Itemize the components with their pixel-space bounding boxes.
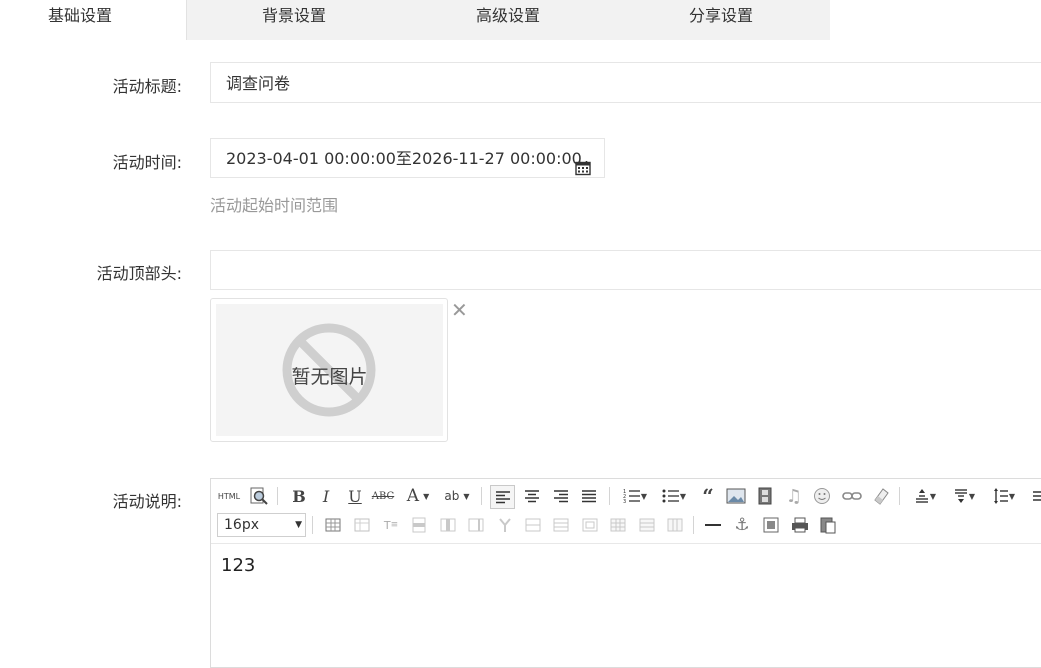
toolbar-separator [312,516,313,534]
no-image-text: 暂无图片 [291,366,368,388]
title-label: 活动标题: [112,77,182,96]
insert-caption-icon[interactable]: T ≡ [380,514,402,536]
close-icon[interactable]: ✕ [451,300,468,320]
delete-col-icon[interactable] [465,514,487,536]
row-spacing-icon[interactable]: ▼ [947,485,981,507]
table-sort-icon[interactable] [664,514,686,536]
eraser-icon[interactable] [870,485,892,507]
tab-basic-settings[interactable]: 基础设置 [0,0,187,40]
html-source-button[interactable]: HTML [216,485,242,507]
split-rows-icon[interactable] [550,514,572,536]
template-icon[interactable] [760,514,782,536]
editor-content[interactable]: 123 [221,555,255,576]
editor-toolbar: HTML B I U ABC A ▼ ab ▼ 1 2 3 ▼ ▼ “ ♫ ▼ … [211,479,1041,544]
align-right-icon[interactable] [550,485,572,507]
toolbar-separator [899,487,900,505]
music-icon[interactable]: ♫ [783,485,805,507]
font-color-icon[interactable]: A ▼ [401,485,435,507]
header-input[interactable] [210,250,1041,290]
font-size-select[interactable]: 16px ▼ [217,513,306,537]
description-label: 活动说明: [112,492,182,511]
italic-icon[interactable]: I [315,485,337,507]
underline-icon[interactable]: U [344,485,366,507]
tab-label: 基础设置 [48,6,113,25]
time-label: 活动时间: [112,153,182,172]
anchor-icon[interactable]: ⚓ [731,514,753,536]
split-cols-icon[interactable] [579,514,601,536]
table-props-icon[interactable] [607,514,629,536]
tab-bar-filler [830,0,1041,40]
horizontal-rule-icon[interactable] [702,514,724,536]
insert-row-icon[interactable] [408,514,430,536]
print-icon[interactable] [789,514,811,536]
tab-share-settings[interactable]: 分享设置 [689,0,809,40]
image-placeholder: 暂无图片 [216,304,443,436]
time-range-value: 2023-04-01 00:00:00至2026-11-27 00:00:00 [226,149,582,168]
toolbar-separator [277,487,278,505]
time-range-input[interactable]: 2023-04-01 00:00:00至2026-11-27 00:00:00 [210,138,605,178]
align-center-icon[interactable] [521,485,543,507]
paragraph-spacing-icon[interactable]: ▼ [908,485,942,507]
video-icon[interactable] [754,485,776,507]
tab-label: 背景设置 [262,6,327,25]
tab-advanced-settings[interactable]: 高级设置 [476,0,596,40]
paste-icon[interactable] [817,514,839,536]
toolbar-separator [481,487,482,505]
chevron-down-icon: ▼ [295,520,302,530]
svg-text:3: 3 [623,499,626,504]
toolbar-separator [693,516,694,534]
align-left-icon[interactable] [490,485,515,509]
link-icon[interactable] [841,485,863,507]
toolbar-separator [609,487,610,505]
highlight-color-icon[interactable]: ab ▼ [440,485,474,507]
line-height-icon[interactable]: ▼ [987,485,1021,507]
blockquote-icon[interactable]: “ [697,484,719,508]
emoji-icon[interactable] [811,485,833,507]
cell-props-icon[interactable] [636,514,658,536]
time-hint: 活动起始时间范围 [210,196,339,215]
merge-cells-icon[interactable] [494,514,516,536]
rich-text-editor[interactable]: HTML B I U ABC A ▼ ab ▼ 1 2 3 ▼ ▼ “ ♫ ▼ … [210,478,1041,668]
html-label: HTML [217,491,241,501]
image-preview[interactable]: 暂无图片 [210,298,448,442]
ordered-list-icon[interactable]: 1 2 3 ▼ [618,485,652,507]
insert-col-icon[interactable] [437,514,459,536]
insert-table-icon[interactable] [322,514,344,536]
tab-label: 高级设置 [476,6,541,25]
title-input[interactable]: 调查问卷 [210,62,1041,103]
bold-icon[interactable]: B [288,485,310,507]
font-size-value: 16px [224,517,259,533]
align-justify-icon[interactable] [578,485,600,507]
image-icon[interactable] [725,485,747,507]
unordered-list-icon[interactable]: ▼ [657,485,691,507]
strikethrough-icon[interactable]: ABC [372,485,394,507]
tab-background-settings[interactable]: 背景设置 [262,0,382,40]
delete-table-icon[interactable] [351,514,373,536]
preview-icon[interactable] [248,485,270,507]
calendar-icon[interactable] [575,151,591,191]
header-label: 活动顶部头: [96,264,182,283]
tab-label: 分享设置 [689,6,754,25]
split-cells-icon[interactable] [522,514,544,536]
more-icon[interactable] [1027,485,1041,507]
